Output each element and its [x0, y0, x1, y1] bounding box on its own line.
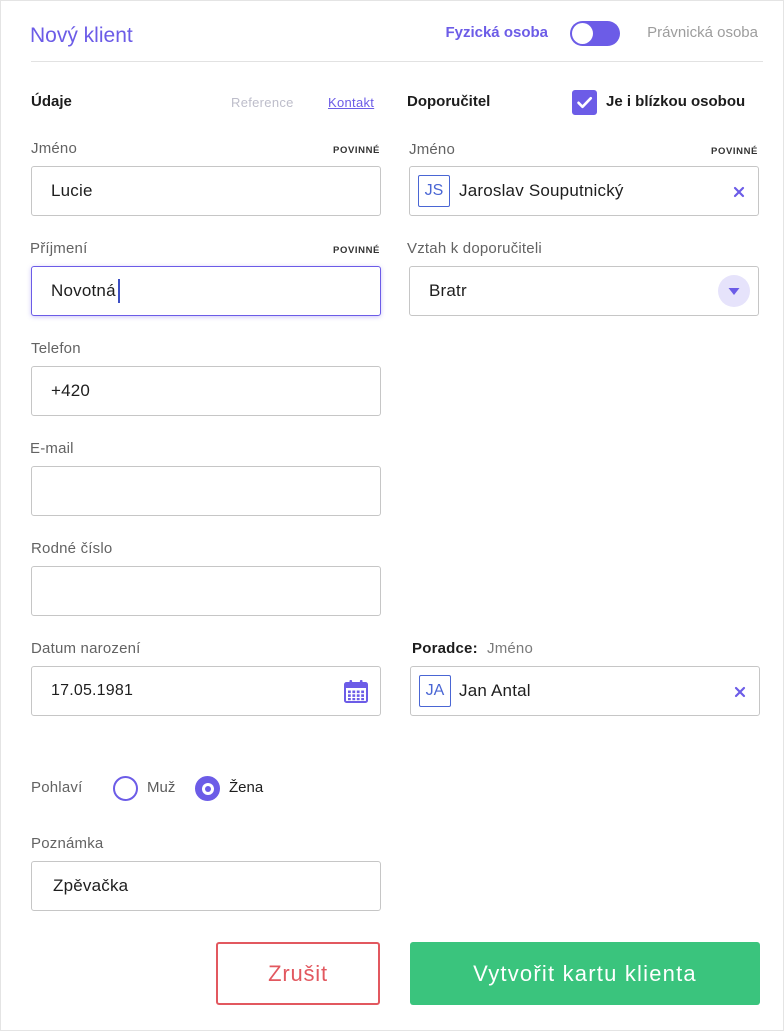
advisor-name-sublabel: Jméno	[487, 640, 534, 657]
note-input[interactable]: Zpěvačka	[31, 861, 381, 911]
advisor-label: Poradce:	[412, 640, 478, 657]
first-name-value: Lucie	[51, 181, 93, 200]
referrer-initials-avatar: JS	[418, 175, 450, 207]
birth-number-label: Rodné číslo	[31, 540, 113, 557]
close-icon[interactable]	[734, 685, 746, 698]
radio-dot	[201, 782, 214, 795]
calendar-icon[interactable]	[344, 680, 368, 703]
last-name-required-badge: POVINNÉ	[333, 245, 380, 256]
last-name-value: Novotná	[51, 281, 116, 300]
birth-number-input[interactable]	[31, 566, 381, 616]
relation-label: Vztah k doporučiteli	[407, 240, 542, 257]
text-caret	[117, 279, 120, 303]
referrer-name-label: Jméno	[409, 141, 456, 158]
new-client-form: Nový klient Fyzická osoba Právnická osob…	[0, 0, 784, 1031]
referrer-required-badge: POVINNÉ	[711, 146, 758, 157]
note-value: Zpěvačka	[53, 876, 129, 895]
client-type-physical-label[interactable]: Fyzická osoba	[445, 23, 548, 43]
chevron-down-icon[interactable]	[718, 275, 750, 307]
relation-select[interactable]: Bratr	[409, 266, 759, 316]
phone-value: +420	[51, 381, 91, 400]
first-name-label: Jméno	[31, 140, 78, 157]
birth-date-input[interactable]: 17.05.1981	[31, 666, 381, 716]
email-label: E-mail	[30, 440, 74, 457]
tab-reference[interactable]: Reference	[231, 94, 294, 112]
gender-radio-female[interactable]	[195, 776, 220, 801]
client-section-title: Údaje	[31, 93, 72, 110]
email-input[interactable]	[31, 466, 381, 516]
advisor-name-value: Jan Antal	[459, 681, 531, 700]
header-divider	[31, 61, 763, 62]
advisor-initials-avatar: JA	[419, 675, 451, 707]
referrer-name-value: Jaroslav Souputnický	[459, 181, 624, 200]
toggle-knob	[572, 23, 593, 44]
relation-value: Bratr	[429, 281, 467, 300]
close-person-label[interactable]: Je i blízkou osobou	[606, 92, 745, 112]
referrer-name-input[interactable]: JS Jaroslav Souputnický	[409, 166, 759, 216]
birth-date-label: Datum narození	[31, 640, 141, 657]
referrer-section-title: Doporučitel	[407, 93, 491, 110]
last-name-input[interactable]: Novotná	[31, 266, 381, 316]
client-type-legal-label[interactable]: Právnická osoba	[647, 23, 758, 43]
close-icon[interactable]	[733, 185, 745, 198]
gender-label-male[interactable]: Muž	[147, 779, 175, 797]
cancel-button[interactable]: Zrušit	[216, 942, 380, 1005]
advisor-name-input[interactable]: JA Jan Antal	[410, 666, 760, 716]
last-name-label: Příjmení	[30, 240, 88, 257]
check-icon	[577, 96, 593, 109]
page-title: Nový klient	[30, 24, 133, 47]
note-label: Poznámka	[31, 835, 104, 852]
first-name-input[interactable]: Lucie	[31, 166, 381, 216]
tab-kontakt[interactable]: Kontakt	[328, 94, 374, 112]
client-type-toggle[interactable]	[570, 21, 620, 46]
first-name-required-badge: POVINNÉ	[333, 145, 380, 156]
gender-radio-male[interactable]	[113, 776, 138, 801]
phone-label: Telefon	[31, 340, 81, 357]
create-client-card-button[interactable]: Vytvořit kartu klienta	[410, 942, 760, 1005]
close-person-checkbox[interactable]	[572, 90, 597, 115]
birth-date-value: 17.05.1981	[51, 682, 134, 699]
phone-input[interactable]: +420	[31, 366, 381, 416]
gender-label-female[interactable]: Žena	[229, 779, 263, 797]
gender-label: Pohlaví	[31, 779, 83, 796]
